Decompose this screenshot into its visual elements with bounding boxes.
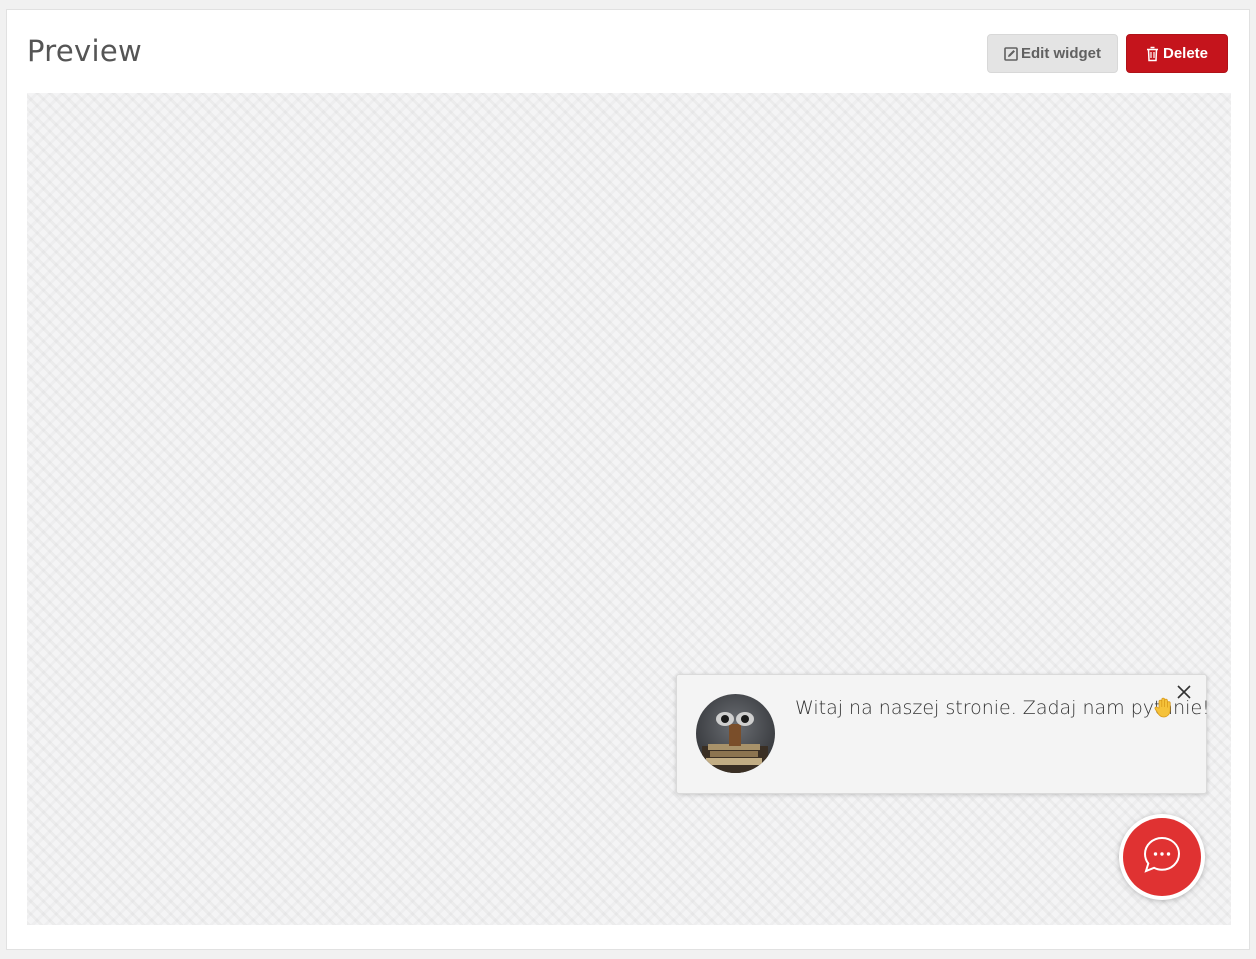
edit-icon	[1004, 46, 1018, 62]
page-title: Preview	[27, 34, 142, 68]
widget-preview-area: Witaj na naszej stronie. Zadaj nam pytan…	[27, 93, 1231, 925]
chat-launcher-inner	[1123, 818, 1201, 896]
preview-panel: Preview Edit widget Delete Witaj na nasz…	[6, 9, 1250, 950]
close-icon[interactable]	[1175, 683, 1193, 701]
chat-bubble-icon	[1142, 835, 1182, 880]
raised-hand-icon	[1152, 696, 1176, 720]
trash-icon	[1146, 46, 1160, 62]
chat-launcher-button[interactable]	[1119, 814, 1205, 900]
edit-widget-button[interactable]: Edit widget	[987, 34, 1118, 73]
greeting-bubble[interactable]: Witaj na naszej stronie. Zadaj nam pytan…	[676, 674, 1210, 794]
delete-button[interactable]: Delete	[1126, 34, 1228, 73]
avatar	[696, 694, 775, 773]
delete-label: Delete	[1162, 45, 1209, 62]
greeting-message: Witaj na naszej stronie. Zadaj nam pytan…	[795, 697, 1210, 719]
edit-widget-label: Edit widget	[1021, 45, 1101, 62]
